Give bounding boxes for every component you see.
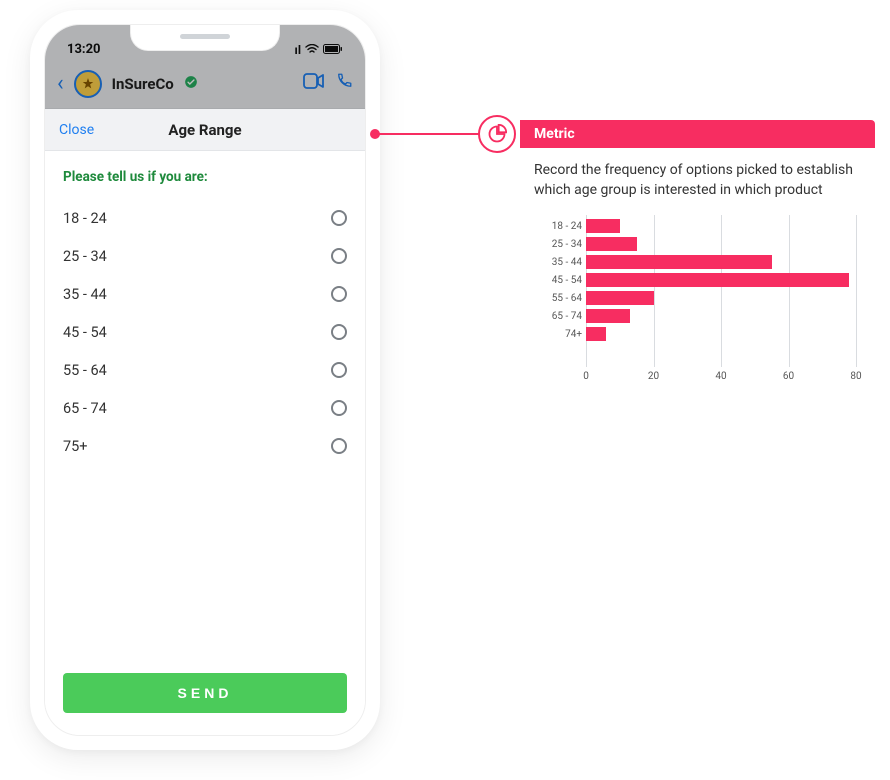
status-icons: ıl: [295, 43, 343, 57]
verified-icon: [184, 75, 198, 93]
chart-x-tick: 0: [583, 370, 589, 385]
annotation-anchor-dot: [370, 129, 380, 139]
nav-bar: ‹ InSureCo: [45, 59, 365, 109]
chart-y-tick: 45 - 54: [534, 274, 582, 289]
metric-card-title: Metric: [520, 120, 875, 148]
age-option-label: 35 - 44: [63, 286, 107, 303]
age-option[interactable]: 55 - 64: [63, 351, 347, 389]
sheet-header: Close Age Range: [45, 109, 365, 151]
phone-screen: 13:20 ıl ‹ InSureCo: [44, 24, 366, 736]
age-frequency-chart: 0 20 40 60 80 18 - 24 25 - 34 35 - 44 45 - 54 55 …: [534, 215, 861, 385]
chart-bar: [586, 237, 637, 251]
chart-y-tick: 55 - 64: [534, 292, 582, 307]
sheet-title: Age Range: [168, 121, 241, 139]
chart-bar: [586, 291, 654, 305]
radio-icon[interactable]: [331, 362, 347, 378]
radio-icon[interactable]: [331, 286, 347, 302]
chart-plot-area: [586, 215, 857, 367]
phone-notch: [130, 24, 280, 51]
age-option-label: 75+: [63, 438, 88, 455]
sheet-prompt: Please tell us if you are:: [63, 169, 347, 185]
chart-gridline: [721, 215, 722, 367]
age-option-label: 18 - 24: [63, 210, 107, 227]
wifi-icon: [305, 43, 319, 57]
radio-icon[interactable]: [331, 438, 347, 454]
send-button[interactable]: SEND: [63, 673, 347, 713]
age-option-label: 25 - 34: [63, 248, 107, 265]
chart-x-tick: 40: [715, 370, 726, 385]
chart-y-tick: 25 - 34: [534, 238, 582, 253]
age-option[interactable]: 65 - 74: [63, 389, 347, 427]
age-option[interactable]: 45 - 54: [63, 313, 347, 351]
chart-x-tick: 80: [850, 370, 861, 385]
chart-y-tick: 65 - 74: [534, 310, 582, 325]
age-option[interactable]: 18 - 24: [63, 199, 347, 237]
sheet-body: Please tell us if you are: 18 - 24 25 - …: [45, 151, 365, 659]
age-option[interactable]: 25 - 34: [63, 237, 347, 275]
contact-name: InSureCo: [112, 75, 174, 93]
phone-frame: 13:20 ıl ‹ InSureCo: [30, 10, 380, 750]
phone-call-icon[interactable]: [335, 72, 353, 95]
chart-gridline: [789, 215, 790, 367]
chart-gridline: [654, 215, 655, 367]
radio-icon[interactable]: [331, 324, 347, 340]
pie-chart-icon: [478, 115, 516, 153]
chart-y-tick: 18 - 24: [534, 220, 582, 235]
chart-bar: [586, 255, 772, 269]
radio-icon[interactable]: [331, 210, 347, 226]
chart-y-tick: 35 - 44: [534, 256, 582, 271]
chart-x-tick: 20: [648, 370, 659, 385]
star-badge-icon: [74, 70, 102, 98]
back-button[interactable]: ‹: [57, 71, 64, 96]
age-option[interactable]: 75+: [63, 427, 347, 465]
chart-gridline: [856, 215, 857, 367]
chart-bar: [586, 309, 630, 323]
chart-bar: [586, 273, 849, 287]
sheet-footer: SEND: [45, 659, 365, 735]
close-button[interactable]: Close: [59, 122, 94, 138]
age-option-label: 45 - 54: [63, 324, 107, 341]
chart-bar: [586, 327, 606, 341]
chart-x-tick: 60: [783, 370, 794, 385]
radio-icon[interactable]: [331, 400, 347, 416]
battery-icon: [323, 43, 343, 57]
metric-card-body: Record the frequency of options picked t…: [520, 148, 875, 401]
age-option-label: 55 - 64: [63, 362, 107, 379]
chart-y-tick: 74+: [534, 328, 582, 343]
metric-card: Metric Record the frequency of options p…: [520, 120, 875, 401]
radio-icon[interactable]: [331, 248, 347, 264]
chart-bar: [586, 219, 620, 233]
video-call-icon[interactable]: [303, 73, 325, 94]
age-option-label: 65 - 74: [63, 400, 107, 417]
age-range-sheet: Close Age Range Please tell us if you ar…: [45, 109, 365, 735]
cellular-icon: ıl: [295, 43, 301, 57]
age-option[interactable]: 35 - 44: [63, 275, 347, 313]
metric-card-description: Record the frequency of options picked t…: [534, 160, 861, 201]
annotation-connector-line: [378, 133, 488, 135]
status-time: 13:20: [67, 42, 101, 57]
